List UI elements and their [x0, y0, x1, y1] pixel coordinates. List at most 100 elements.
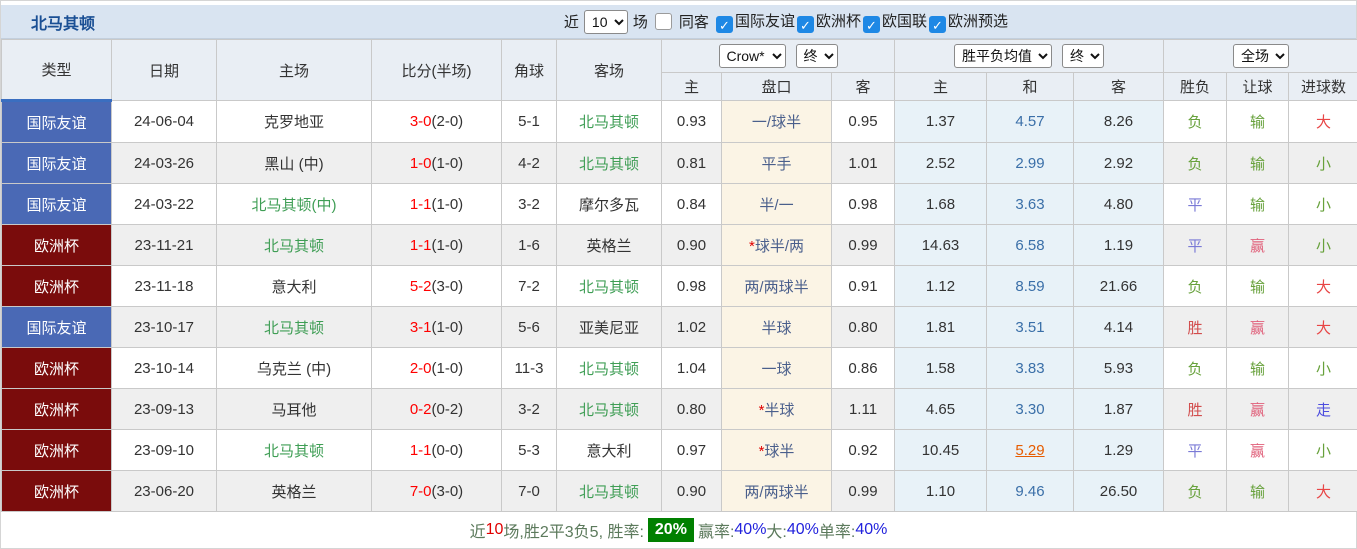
same-away-checkbox[interactable]: [655, 13, 672, 30]
cell-away-odds: 0.99: [832, 225, 895, 266]
cell-avg-draw: 3.83: [987, 348, 1074, 389]
summary-text: 场,胜2平3负5, 胜率:: [503, 518, 643, 542]
cell-corners: 7-2: [502, 266, 557, 307]
cell-away-team: 北马其顿: [557, 266, 662, 307]
subcol-avg-draw: 和: [987, 73, 1074, 101]
cell-away-odds: 0.99: [832, 471, 895, 512]
full-match-select[interactable]: 全场: [1233, 44, 1289, 68]
recent-count-select[interactable]: 10: [584, 10, 628, 34]
cell-match-type: 欧洲杯: [2, 389, 112, 430]
avg-select-group: 胜平负均值 终: [895, 40, 1164, 73]
cell-score: 5-2(3-0): [372, 266, 502, 307]
cell-match-type: 国际友谊: [2, 184, 112, 225]
cell-corners: 11-3: [502, 348, 557, 389]
table-row: 欧洲杯23-09-13马耳他0-2(0-2)3-2北马其顿0.80*半球1.11…: [2, 389, 1357, 430]
table-row: 欧洲杯23-06-20英格兰7-0(3-0)7-0北马其顿0.90两/两球半0.…: [2, 471, 1357, 512]
cell-avg-home: 1.68: [895, 184, 987, 225]
cell-match-type: 欧洲杯: [2, 471, 112, 512]
col-header-type: 类型: [2, 40, 112, 101]
cell-date: 23-11-21: [112, 225, 217, 266]
cell-away-odds: 0.80: [832, 307, 895, 348]
cell-avg-draw: 2.99: [987, 143, 1074, 184]
cell-home-odds: 0.80: [662, 389, 722, 430]
cell-date: 23-11-18: [112, 266, 217, 307]
cell-avg-home: 2.52: [895, 143, 987, 184]
cell-corners: 7-0: [502, 471, 557, 512]
cell-corners: 5-6: [502, 307, 557, 348]
cell-handicap: 两/两球半: [722, 471, 832, 512]
filter-checkbox[interactable]: ✓: [797, 16, 814, 33]
cell-result-wdl: 平: [1164, 225, 1227, 266]
cell-result-goals: 小: [1289, 348, 1357, 389]
half-time-score: (0-2): [432, 401, 464, 418]
cell-away-team: 北马其顿: [557, 143, 662, 184]
subcol-odds-home: 主: [662, 73, 722, 101]
cell-corners: 5-3: [502, 430, 557, 471]
cell-result-goals: 大: [1289, 471, 1357, 512]
cell-away-team: 北马其顿: [557, 101, 662, 143]
full-time-score: 1-1: [410, 442, 432, 459]
full-time-score: 1-1: [410, 237, 432, 254]
col-header-away: 客场: [557, 40, 662, 101]
odds-time-select-2[interactable]: 终: [1062, 44, 1104, 68]
cell-home-odds: 0.90: [662, 471, 722, 512]
filter-checkbox[interactable]: ✓: [863, 16, 880, 33]
filter-label: 欧洲预选: [948, 13, 1008, 30]
cell-match-type: 欧洲杯: [2, 266, 112, 307]
cell-handicap: *球半/两: [722, 225, 832, 266]
cell-match-type: 欧洲杯: [2, 348, 112, 389]
cell-away-odds: 0.98: [832, 184, 895, 225]
cell-away-odds: 0.91: [832, 266, 895, 307]
filter-checkbox[interactable]: ✓: [929, 16, 946, 33]
cell-away-odds: 1.01: [832, 143, 895, 184]
odds-select-group: Crow* 终: [662, 40, 895, 73]
half-time-score: (1-0): [432, 155, 464, 172]
cell-home-team: 意大利: [217, 266, 372, 307]
filter-checkbox[interactable]: ✓: [716, 16, 733, 33]
cell-handicap: 半球: [722, 307, 832, 348]
avg-odds-select[interactable]: 胜平负均值: [954, 44, 1052, 68]
cell-home-odds: 1.02: [662, 307, 722, 348]
cell-result-handicap: 赢: [1227, 430, 1289, 471]
cell-result-goals: 大: [1289, 101, 1357, 143]
cell-date: 24-03-22: [112, 184, 217, 225]
table-row: 国际友谊24-06-04克罗地亚3-0(2-0)5-1北马其顿0.93一/球半0…: [2, 101, 1357, 143]
subcol-avg-away: 客: [1074, 73, 1164, 101]
cell-result-goals: 小: [1289, 430, 1357, 471]
cell-result-goals: 小: [1289, 184, 1357, 225]
cell-match-type: 欧洲杯: [2, 430, 112, 471]
recent-label: 近: [564, 11, 579, 32]
cell-result-goals: 小: [1289, 143, 1357, 184]
full-match-select-group: 全场: [1164, 40, 1357, 73]
cell-handicap: 两/两球半: [722, 266, 832, 307]
cell-result-handicap: 输: [1227, 184, 1289, 225]
win-rate-badge: 20%: [648, 518, 694, 542]
cell-avg-home: 1.12: [895, 266, 987, 307]
full-time-score: 7-0: [410, 483, 432, 500]
cell-home-team: 黑山 (中): [217, 143, 372, 184]
cell-away-team: 北马其顿: [557, 348, 662, 389]
topbar: 北马其顿 近 10 场 同客 ✓国际友谊✓欧洲杯✓欧国联✓欧洲预选: [1, 5, 1356, 39]
filter-label: 欧国联: [882, 13, 927, 30]
cell-avg-away: 8.26: [1074, 101, 1164, 143]
team-title: 北马其顿: [1, 10, 95, 34]
odds-company-select[interactable]: Crow*: [719, 44, 786, 68]
cell-result-wdl: 负: [1164, 471, 1227, 512]
cell-home-team: 马耳他: [217, 389, 372, 430]
cell-match-type: 国际友谊: [2, 307, 112, 348]
cell-match-type: 国际友谊: [2, 101, 112, 143]
cell-score: 1-1(1-0): [372, 225, 502, 266]
cell-result-handicap: 赢: [1227, 307, 1289, 348]
cell-avg-away: 1.29: [1074, 430, 1164, 471]
cell-score: 3-1(1-0): [372, 307, 502, 348]
cell-away-odds: 0.95: [832, 101, 895, 143]
cell-home-odds: 0.84: [662, 184, 722, 225]
table-row: 欧洲杯23-10-14乌克兰 (中)2-0(1-0)11-3北马其顿1.04一球…: [2, 348, 1357, 389]
cell-result-handicap: 输: [1227, 471, 1289, 512]
cell-away-team: 摩尔多瓦: [557, 184, 662, 225]
cell-avg-draw: 6.58: [987, 225, 1074, 266]
odds-time-select-1[interactable]: 终: [796, 44, 838, 68]
match-history-panel: 北马其顿 近 10 场 同客 ✓国际友谊✓欧洲杯✓欧国联✓欧洲预选 类型 日期 …: [0, 0, 1357, 549]
cell-away-team: 北马其顿: [557, 389, 662, 430]
summary-text: 40%: [855, 521, 887, 539]
